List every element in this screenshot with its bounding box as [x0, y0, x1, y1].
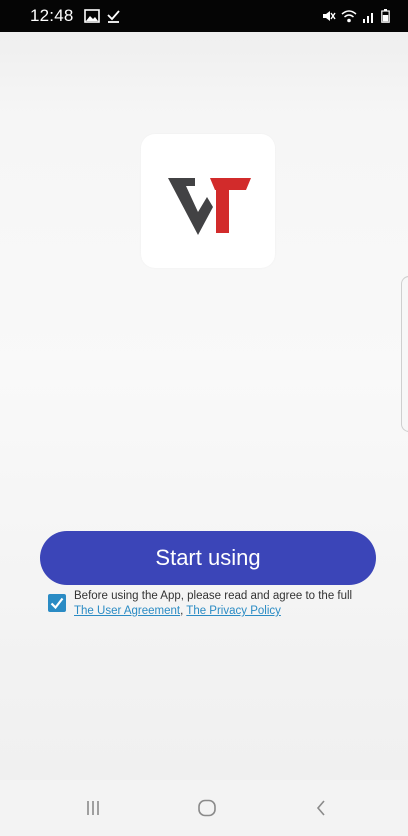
- user-agreement-link[interactable]: The User Agreement: [74, 605, 180, 617]
- vt-logo-icon: [168, 178, 251, 235]
- signal-icon: [362, 10, 376, 28]
- app-screen: 12:48 Start using Before using the App, …: [0, 0, 408, 836]
- gallery-icon: [84, 8, 100, 28]
- agreement-text-before: Before using the App, please read and ag…: [74, 590, 353, 602]
- status-left-icons: [84, 8, 121, 28]
- agreement-text: Before using the App, please read and ag…: [74, 589, 374, 619]
- status-right-icons: [322, 9, 390, 28]
- status-bar: 12:48: [0, 0, 408, 32]
- status-time: 12:48: [30, 6, 74, 25]
- back-icon: [316, 800, 325, 816]
- checkmark-icon: [50, 597, 64, 610]
- navigation-bar: [0, 780, 408, 836]
- recent-apps-button[interactable]: [53, 780, 133, 836]
- privacy-policy-link[interactable]: The Privacy Policy: [186, 605, 281, 617]
- recent-apps-icon: [87, 801, 99, 815]
- wifi-icon: [341, 9, 357, 28]
- app-logo: [141, 134, 275, 268]
- download-done-icon: [106, 8, 121, 28]
- back-button[interactable]: [281, 780, 361, 836]
- home-button[interactable]: [167, 780, 247, 836]
- edge-panel-handle[interactable]: [401, 276, 408, 432]
- home-icon: [198, 799, 216, 817]
- agreement-checkbox[interactable]: [48, 594, 66, 612]
- battery-icon: [381, 9, 390, 28]
- start-using-button[interactable]: Start using: [40, 531, 376, 585]
- mute-icon: [322, 9, 336, 28]
